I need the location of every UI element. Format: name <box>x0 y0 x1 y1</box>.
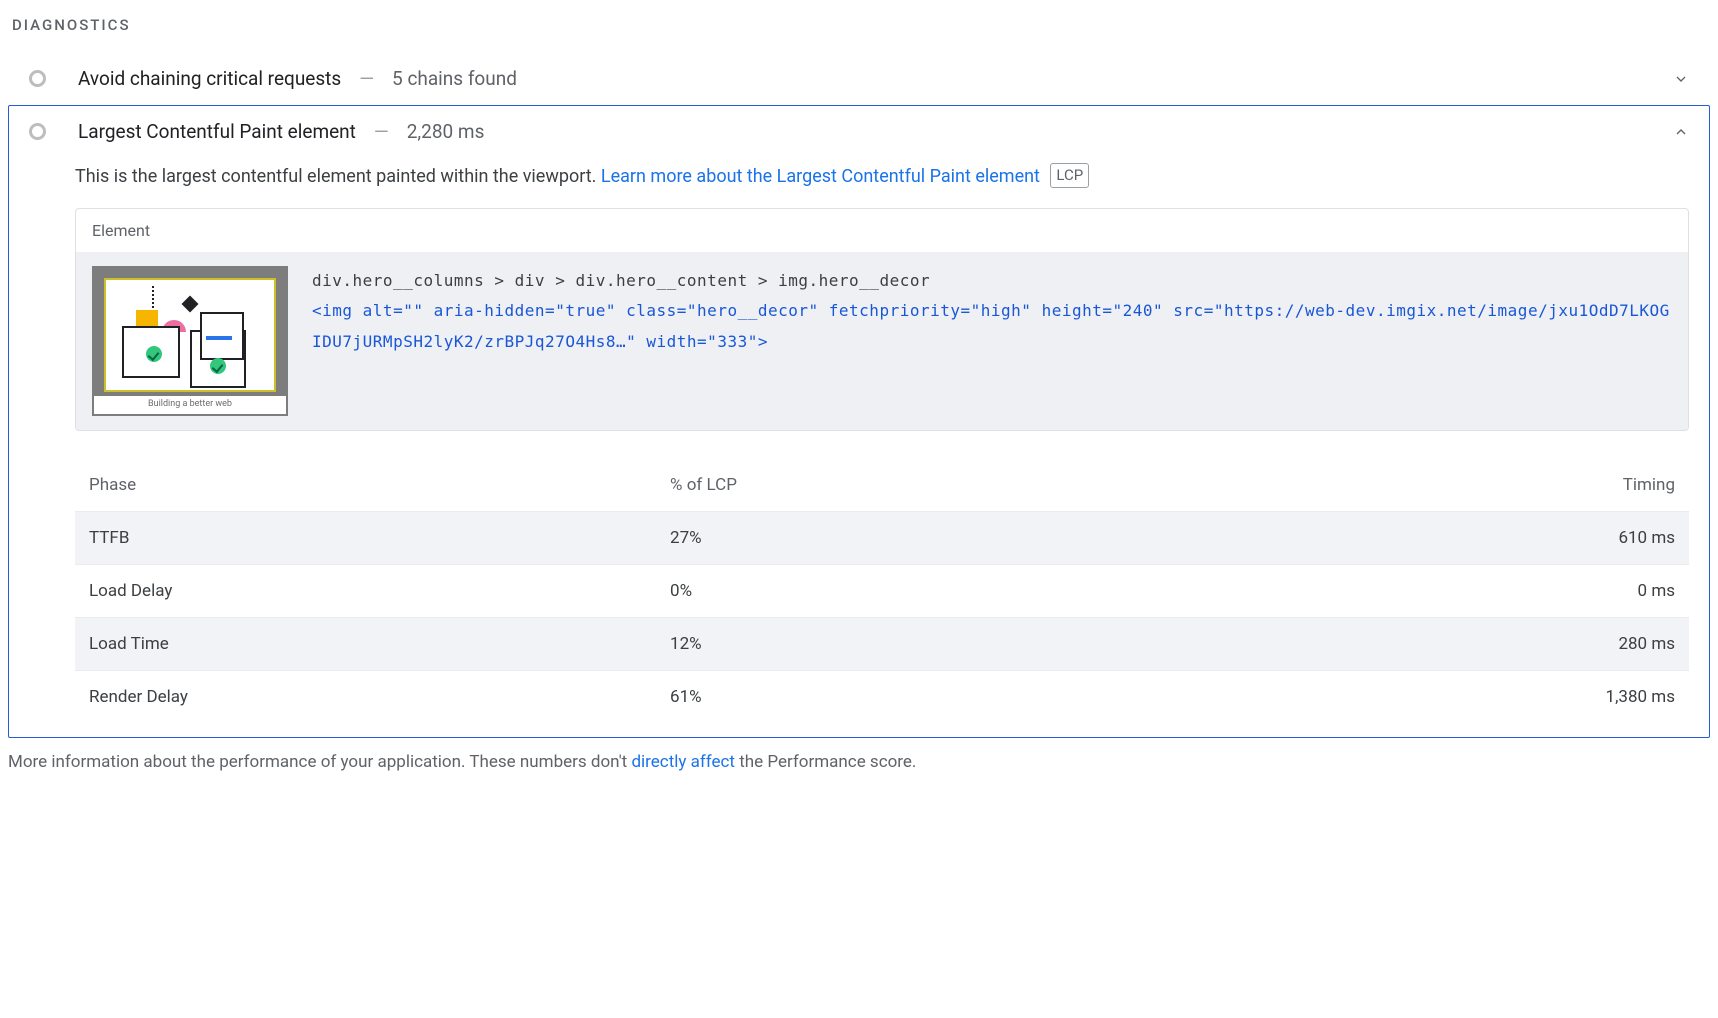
element-card-body: Building a better web div.hero__columns … <box>76 252 1688 430</box>
element-markup: <img alt="" aria-hidden="true" class="he… <box>312 296 1672 357</box>
audit-description: This is the largest contentful element p… <box>75 163 1689 190</box>
dash-separator-icon: — <box>359 67 374 90</box>
audit-title-wrap: Avoid chaining critical requests — 5 cha… <box>78 67 1655 90</box>
cell-phase: Load Time <box>75 618 656 671</box>
element-code: div.hero__columns > div > div.hero__cont… <box>312 266 1672 357</box>
status-neutral-icon <box>29 123 46 140</box>
section-heading: DIAGNOSTICS <box>12 16 1706 34</box>
cell-phase: Load Delay <box>75 565 656 618</box>
audit-title: Largest Contentful Paint element <box>78 120 356 143</box>
table-row: Render Delay 61% 1,380 ms <box>75 671 1689 724</box>
footer-pre: More information about the performance o… <box>8 752 631 772</box>
cell-pct: 27% <box>656 512 1302 565</box>
cell-timing: 1,380 ms <box>1302 671 1689 724</box>
audit-header[interactable]: Avoid chaining critical requests — 5 cha… <box>29 67 1689 90</box>
element-selector: div.hero__columns > div > div.hero__cont… <box>312 266 1672 296</box>
element-card: Element Building a bet <box>75 208 1689 431</box>
footer-link[interactable]: directly affect <box>631 752 735 772</box>
dash-separator-icon: — <box>374 120 389 143</box>
phase-table: Phase % of LCP Timing TTFB 27% 610 ms Lo… <box>75 459 1689 723</box>
audit-subtext: 2,280 ms <box>407 120 485 143</box>
chevron-down-icon[interactable] <box>1673 71 1689 87</box>
cell-pct: 12% <box>656 618 1302 671</box>
cell-timing: 0 ms <box>1302 565 1689 618</box>
table-header-row: Phase % of LCP Timing <box>75 459 1689 512</box>
audit-title-wrap: Largest Contentful Paint element — 2,280… <box>78 120 1655 143</box>
table-row: Load Time 12% 280 ms <box>75 618 1689 671</box>
learn-more-link[interactable]: Learn more about the Largest Contentful … <box>601 166 1040 187</box>
status-neutral-icon <box>29 70 46 87</box>
cell-phase: TTFB <box>75 512 656 565</box>
chevron-up-icon[interactable] <box>1673 124 1689 140</box>
cell-pct: 0% <box>656 565 1302 618</box>
table-row: TTFB 27% 610 ms <box>75 512 1689 565</box>
audit-critical-chains[interactable]: Avoid chaining critical requests — 5 cha… <box>8 52 1710 105</box>
table-row: Load Delay 0% 0 ms <box>75 565 1689 618</box>
element-thumbnail[interactable]: Building a better web <box>92 266 288 416</box>
audit-title: Avoid chaining critical requests <box>78 67 341 90</box>
audit-subtext: 5 chains found <box>392 67 517 90</box>
cell-phase: Render Delay <box>75 671 656 724</box>
footer-note: More information about the performance o… <box>8 752 1710 772</box>
cell-timing: 610 ms <box>1302 512 1689 565</box>
cell-pct: 61% <box>656 671 1302 724</box>
audit-lcp-element: Largest Contentful Paint element — 2,280… <box>8 105 1710 738</box>
desc-text: This is the largest contentful element p… <box>75 166 601 187</box>
audit-header[interactable]: Largest Contentful Paint element — 2,280… <box>29 120 1689 143</box>
audit-body: This is the largest contentful element p… <box>75 163 1689 723</box>
col-phase: Phase <box>75 459 656 512</box>
thumbnail-caption: Building a better web <box>94 396 286 414</box>
footer-post: the Performance score. <box>735 752 916 772</box>
col-pct: % of LCP <box>656 459 1302 512</box>
element-card-header: Element <box>76 209 1688 252</box>
cell-timing: 280 ms <box>1302 618 1689 671</box>
col-timing: Timing <box>1302 459 1689 512</box>
lcp-badge: LCP <box>1050 163 1089 188</box>
